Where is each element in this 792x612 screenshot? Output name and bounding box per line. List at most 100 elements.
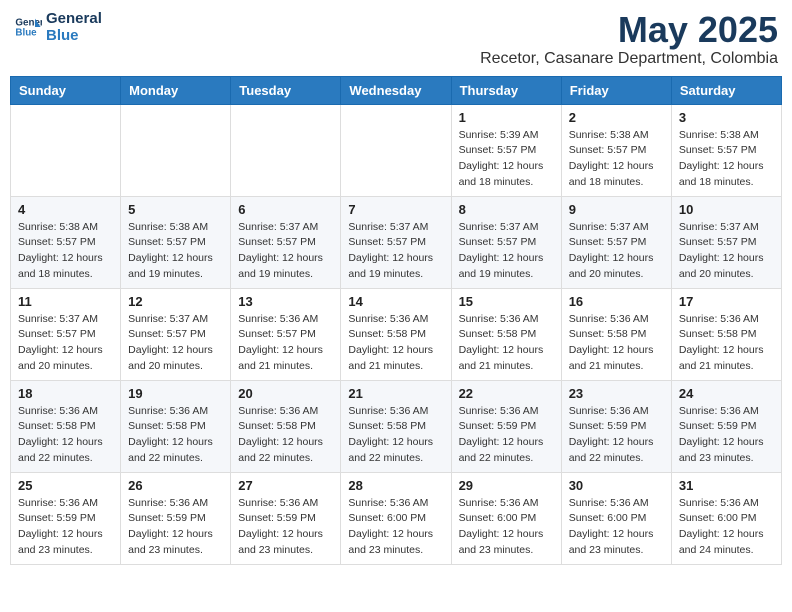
- day-info: Sunrise: 5:38 AM Sunset: 5:57 PM Dayligh…: [128, 220, 223, 283]
- day-cell: 30 Sunrise: 5:36 AM Sunset: 6:00 PM Dayli…: [561, 472, 671, 564]
- day-number: 4: [18, 202, 113, 217]
- day-number: 6: [238, 202, 333, 217]
- day-number: 8: [459, 202, 554, 217]
- day-cell: 4 Sunrise: 5:38 AM Sunset: 5:57 PM Daylig…: [11, 196, 121, 288]
- day-info: Sunrise: 5:38 AM Sunset: 5:57 PM Dayligh…: [569, 128, 664, 191]
- day-info: Sunrise: 5:37 AM Sunset: 5:57 PM Dayligh…: [679, 220, 774, 283]
- title-area: May 2025 Recetor, Casanare Department, C…: [480, 10, 778, 68]
- day-info: Sunrise: 5:36 AM Sunset: 5:58 PM Dayligh…: [348, 312, 443, 375]
- day-info: Sunrise: 5:36 AM Sunset: 5:58 PM Dayligh…: [348, 404, 443, 467]
- day-number: 31: [679, 478, 774, 493]
- day-number: 22: [459, 386, 554, 401]
- logo: General Blue General Blue: [14, 10, 102, 44]
- weekday-header-sunday: Sunday: [11, 76, 121, 104]
- calendar-body: 1Sunrise: 5:39 AM Sunset: 5:57 PM Daylig…: [11, 104, 782, 564]
- day-info: Sunrise: 5:36 AM Sunset: 5:59 PM Dayligh…: [18, 496, 113, 559]
- day-number: 14: [348, 294, 443, 309]
- day-info: Sunrise: 5:36 AM Sunset: 5:58 PM Dayligh…: [18, 404, 113, 467]
- day-info: Sunrise: 5:36 AM Sunset: 5:59 PM Dayligh…: [238, 496, 333, 559]
- day-cell: 18Sunrise: 5:36 AM Sunset: 5:58 PM Dayli…: [11, 380, 121, 472]
- day-info: Sunrise: 5:36 AM Sunset: 5:59 PM Dayligh…: [459, 404, 554, 467]
- day-cell: 25 Sunrise: 5:36 AM Sunset: 5:59 PM Dayli…: [11, 472, 121, 564]
- day-cell: 11 Sunrise: 5:37 AM Sunset: 5:57 PM Dayli…: [11, 288, 121, 380]
- day-info: Sunrise: 5:38 AM Sunset: 5:57 PM Dayligh…: [679, 128, 774, 191]
- day-cell: 23 Sunrise: 5:36 AM Sunset: 5:59 PM Dayli…: [561, 380, 671, 472]
- day-info: Sunrise: 5:36 AM Sunset: 6:00 PM Dayligh…: [569, 496, 664, 559]
- day-number: 30: [569, 478, 664, 493]
- day-number: 11: [18, 294, 113, 309]
- day-info: Sunrise: 5:36 AM Sunset: 6:00 PM Dayligh…: [348, 496, 443, 559]
- day-cell: 2 Sunrise: 5:38 AM Sunset: 5:57 PM Daylig…: [561, 104, 671, 196]
- calendar-header-row: SundayMondayTuesdayWednesdayThursdayFrid…: [11, 76, 782, 104]
- svg-text:Blue: Blue: [15, 27, 37, 38]
- day-number: 28: [348, 478, 443, 493]
- day-cell: 9 Sunrise: 5:37 AM Sunset: 5:57 PM Daylig…: [561, 196, 671, 288]
- day-number: 23: [569, 386, 664, 401]
- day-info: Sunrise: 5:37 AM Sunset: 5:57 PM Dayligh…: [238, 220, 333, 283]
- logo-icon: General Blue: [14, 13, 42, 41]
- day-cell: 21 Sunrise: 5:36 AM Sunset: 5:58 PM Dayli…: [341, 380, 451, 472]
- day-info: Sunrise: 5:36 AM Sunset: 5:58 PM Dayligh…: [459, 312, 554, 375]
- day-number: 13: [238, 294, 333, 309]
- day-info: Sunrise: 5:36 AM Sunset: 5:59 PM Dayligh…: [128, 496, 223, 559]
- day-info: Sunrise: 5:36 AM Sunset: 6:00 PM Dayligh…: [459, 496, 554, 559]
- week-row-1: 1Sunrise: 5:39 AM Sunset: 5:57 PM Daylig…: [11, 104, 782, 196]
- day-number: 15: [459, 294, 554, 309]
- day-number: 5: [128, 202, 223, 217]
- day-number: 12: [128, 294, 223, 309]
- day-number: 7: [348, 202, 443, 217]
- day-number: 29: [459, 478, 554, 493]
- week-row-3: 11 Sunrise: 5:37 AM Sunset: 5:57 PM Dayli…: [11, 288, 782, 380]
- day-info: Sunrise: 5:36 AM Sunset: 5:58 PM Dayligh…: [238, 404, 333, 467]
- day-info: Sunrise: 5:37 AM Sunset: 5:57 PM Dayligh…: [128, 312, 223, 375]
- day-cell: 17Sunrise: 5:36 AM Sunset: 5:58 PM Dayli…: [671, 288, 781, 380]
- weekday-header-friday: Friday: [561, 76, 671, 104]
- day-cell: 10 Sunrise: 5:37 AM Sunset: 5:57 PM Dayli…: [671, 196, 781, 288]
- day-cell: 31Sunrise: 5:36 AM Sunset: 6:00 PM Dayli…: [671, 472, 781, 564]
- day-cell: 16Sunrise: 5:36 AM Sunset: 5:58 PM Dayli…: [561, 288, 671, 380]
- day-cell: 24Sunrise: 5:36 AM Sunset: 5:59 PM Dayli…: [671, 380, 781, 472]
- day-cell: [11, 104, 121, 196]
- day-cell: 27 Sunrise: 5:36 AM Sunset: 5:59 PM Dayli…: [231, 472, 341, 564]
- weekday-header-monday: Monday: [121, 76, 231, 104]
- day-cell: 7 Sunrise: 5:37 AM Sunset: 5:57 PM Daylig…: [341, 196, 451, 288]
- day-number: 26: [128, 478, 223, 493]
- day-info: Sunrise: 5:37 AM Sunset: 5:57 PM Dayligh…: [348, 220, 443, 283]
- day-number: 3: [679, 110, 774, 125]
- day-cell: 6 Sunrise: 5:37 AM Sunset: 5:57 PM Daylig…: [231, 196, 341, 288]
- day-cell: 13 Sunrise: 5:36 AM Sunset: 5:57 PM Dayli…: [231, 288, 341, 380]
- day-number: 16: [569, 294, 664, 309]
- day-cell: 14 Sunrise: 5:36 AM Sunset: 5:58 PM Dayli…: [341, 288, 451, 380]
- day-number: 10: [679, 202, 774, 217]
- day-number: 21: [348, 386, 443, 401]
- day-cell: 5 Sunrise: 5:38 AM Sunset: 5:57 PM Daylig…: [121, 196, 231, 288]
- day-info: Sunrise: 5:37 AM Sunset: 5:57 PM Dayligh…: [569, 220, 664, 283]
- day-number: 20: [238, 386, 333, 401]
- day-number: 25: [18, 478, 113, 493]
- weekday-header-tuesday: Tuesday: [231, 76, 341, 104]
- week-row-2: 4 Sunrise: 5:38 AM Sunset: 5:57 PM Daylig…: [11, 196, 782, 288]
- day-number: 19: [128, 386, 223, 401]
- day-number: 9: [569, 202, 664, 217]
- day-info: Sunrise: 5:37 AM Sunset: 5:57 PM Dayligh…: [18, 312, 113, 375]
- day-cell: 20 Sunrise: 5:36 AM Sunset: 5:58 PM Dayli…: [231, 380, 341, 472]
- day-cell: 15 Sunrise: 5:36 AM Sunset: 5:58 PM Dayli…: [451, 288, 561, 380]
- day-cell: 22 Sunrise: 5:36 AM Sunset: 5:59 PM Dayli…: [451, 380, 561, 472]
- day-info: Sunrise: 5:36 AM Sunset: 5:59 PM Dayligh…: [569, 404, 664, 467]
- day-number: 1: [459, 110, 554, 125]
- week-row-5: 25 Sunrise: 5:36 AM Sunset: 5:59 PM Dayli…: [11, 472, 782, 564]
- day-cell: 1Sunrise: 5:39 AM Sunset: 5:57 PM Daylig…: [451, 104, 561, 196]
- day-number: 24: [679, 386, 774, 401]
- day-cell: 8Sunrise: 5:37 AM Sunset: 5:57 PM Daylig…: [451, 196, 561, 288]
- day-number: 27: [238, 478, 333, 493]
- day-info: Sunrise: 5:38 AM Sunset: 5:57 PM Dayligh…: [18, 220, 113, 283]
- day-number: 2: [569, 110, 664, 125]
- day-cell: 26 Sunrise: 5:36 AM Sunset: 5:59 PM Dayli…: [121, 472, 231, 564]
- logo-blue: Blue: [46, 27, 102, 44]
- day-cell: 3 Sunrise: 5:38 AM Sunset: 5:57 PM Daylig…: [671, 104, 781, 196]
- week-row-4: 18Sunrise: 5:36 AM Sunset: 5:58 PM Dayli…: [11, 380, 782, 472]
- day-info: Sunrise: 5:36 AM Sunset: 5:57 PM Dayligh…: [238, 312, 333, 375]
- day-number: 17: [679, 294, 774, 309]
- day-cell: 29 Sunrise: 5:36 AM Sunset: 6:00 PM Dayli…: [451, 472, 561, 564]
- weekday-header-saturday: Saturday: [671, 76, 781, 104]
